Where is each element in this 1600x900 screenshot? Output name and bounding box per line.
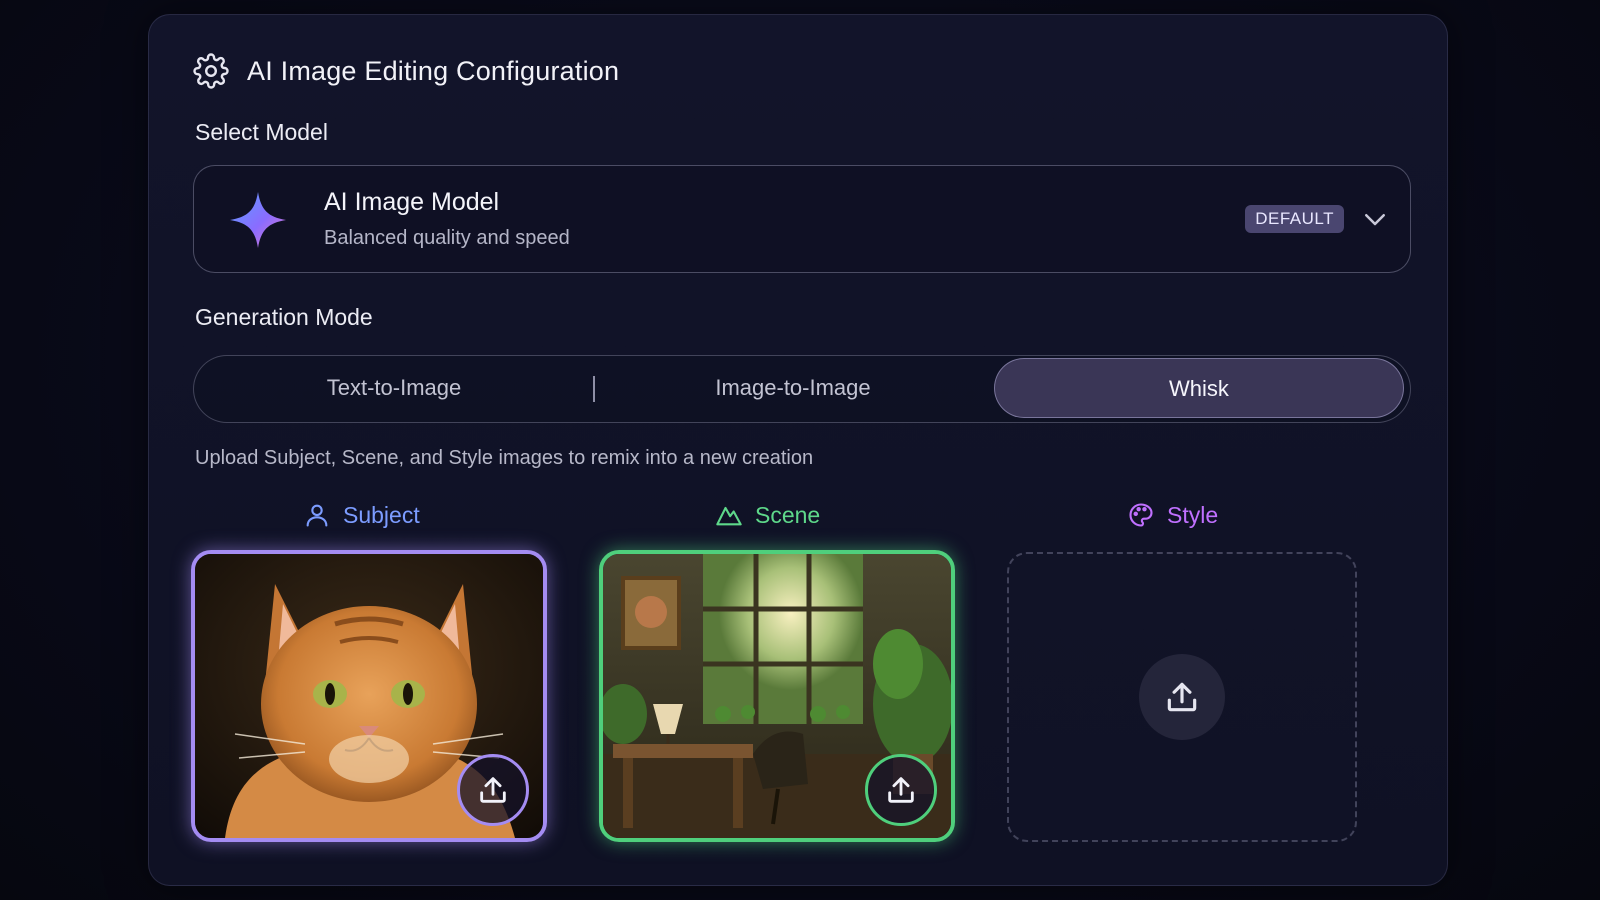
upload-icon <box>1167 682 1197 712</box>
style-label-text: Style <box>1167 501 1219 528</box>
subject-image-slot[interactable] <box>191 550 547 842</box>
sparkle-icon <box>230 192 286 248</box>
model-name: AI Image Model <box>324 188 500 216</box>
subject-label-text: Subject <box>343 501 420 528</box>
select-model-label: Select Model <box>195 119 328 145</box>
upload-icon <box>888 777 914 803</box>
subject-upload-button[interactable] <box>457 754 529 826</box>
model-dropdown[interactable]: AI Image Model Balanced quality and spee… <box>193 165 1411 273</box>
chevron-down-icon[interactable] <box>1360 204 1390 234</box>
tab-image-to-image[interactable]: Image-to-Image <box>594 356 992 420</box>
generation-mode-label: Generation Mode <box>195 304 373 330</box>
default-badge: DEFAULT <box>1245 205 1344 233</box>
style-upload-button[interactable] <box>1139 654 1225 740</box>
style-image-slot[interactable] <box>1007 552 1357 842</box>
mode-tabs: Text-to-Image Image-to-Image Whisk <box>193 355 1411 423</box>
config-panel: AI Image Editing Configuration Select Mo… <box>148 14 1448 886</box>
page-title: AI Image Editing Configuration <box>247 55 620 86</box>
panel-header: AI Image Editing Configuration <box>193 53 619 89</box>
tab-whisk[interactable]: Whisk <box>994 358 1404 418</box>
person-icon <box>306 504 328 527</box>
scene-label-text: Scene <box>755 501 821 528</box>
style-label: Style <box>1127 501 1218 529</box>
tab-text-to-image[interactable]: Text-to-Image <box>194 356 594 420</box>
mountain-icon <box>716 506 742 526</box>
scene-label: Scene <box>715 501 820 529</box>
scene-image-slot[interactable] <box>599 550 955 842</box>
mode-hint: Upload Subject, Scene, and Style images … <box>195 447 814 469</box>
subject-label: Subject <box>303 501 420 529</box>
scene-upload-button[interactable] <box>865 754 937 826</box>
upload-icon <box>480 777 506 803</box>
gear-icon <box>193 53 229 89</box>
model-description: Balanced quality and speed <box>324 227 570 249</box>
palette-icon <box>1129 503 1153 527</box>
